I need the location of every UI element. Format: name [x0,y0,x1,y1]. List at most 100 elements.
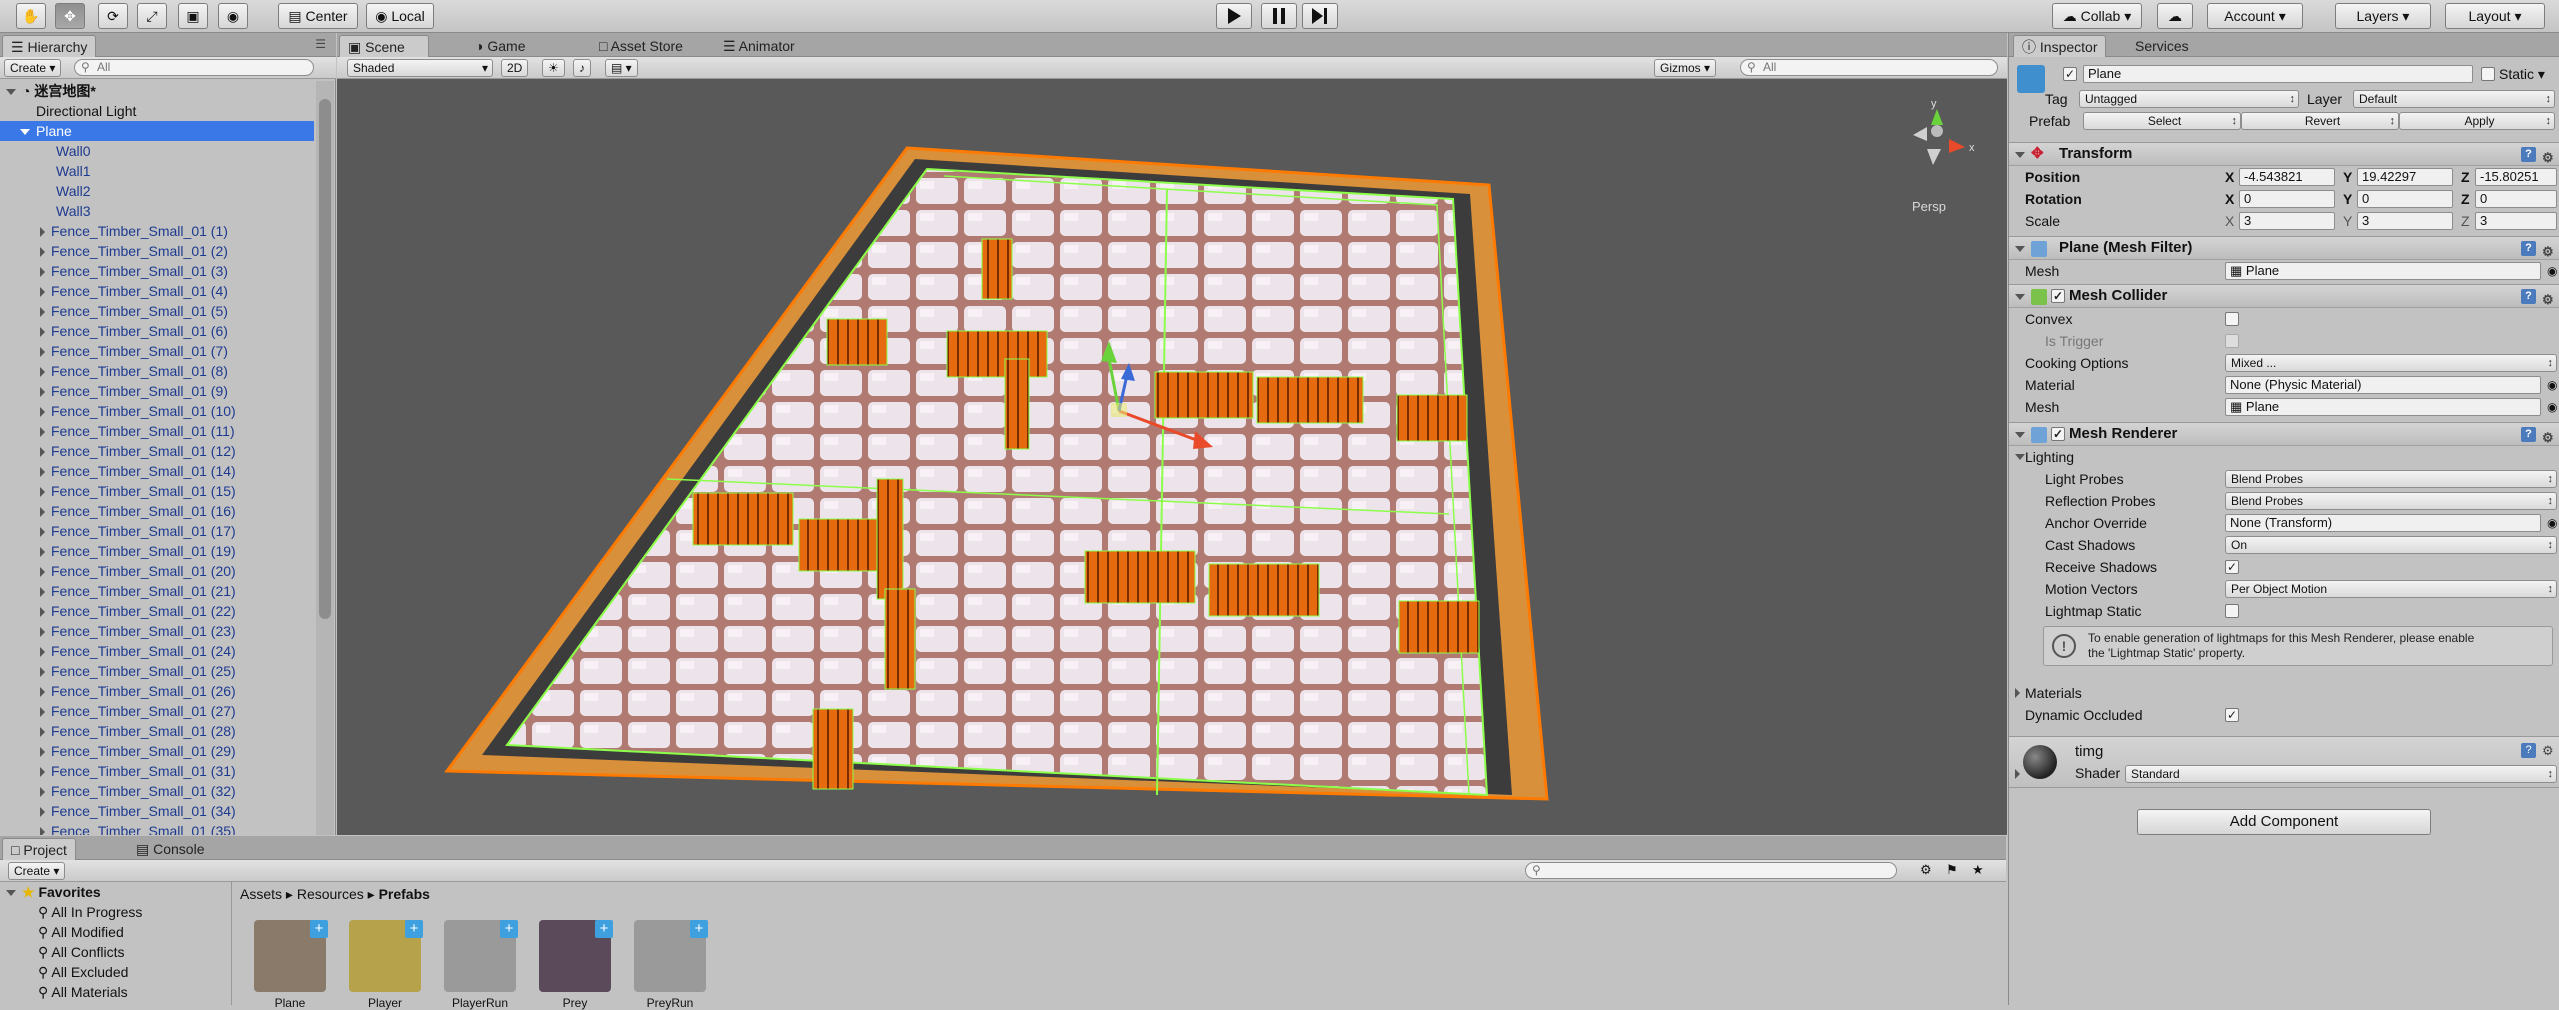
mesh-filter-header[interactable]: Plane (Mesh Filter) ? ⚙ [2009,236,2559,260]
reflection-probes-dropdown[interactable]: Blend Probes [2225,492,2557,510]
breadcrumb-assets[interactable]: Assets [240,886,282,902]
asset-item[interactable]: + Player [345,916,425,1010]
scene-root[interactable]: ◔ 迷宫地图* [0,81,314,101]
breadcrumb-resources[interactable]: Resources [297,886,364,902]
shader-dropdown[interactable]: Standard [2125,765,2557,783]
favorites-item[interactable]: ⚲ All Modified [0,922,232,942]
cloud-services-button[interactable]: ☁ [2157,3,2193,29]
object-picker-icon[interactable]: ◉ [2547,260,2557,282]
cooking-options-dropdown[interactable]: Mixed ... [2225,354,2557,372]
effects-dropdown[interactable]: ▤ ▾ [605,59,638,77]
position-z-field[interactable]: -15.80251 [2475,168,2557,186]
hierarchy-item[interactable]: Fence_Timber_Small_01 (17) [0,521,314,541]
hierarchy-item[interactable]: Fence_Timber_Small_01 (22) [0,601,314,621]
convex-checkbox[interactable] [2225,312,2239,326]
hierarchy-item[interactable]: Fence_Timber_Small_01 (5) [0,301,314,321]
layout-dropdown[interactable]: Layout ▾ [2445,3,2545,29]
scale-x-field[interactable]: 3 [2239,212,2335,230]
help-icon[interactable]: ? [2521,289,2536,304]
favorites-item[interactable]: ⚲ All Conflicts [0,942,232,962]
filter-type-icon[interactable]: ⚙ [1920,862,1932,878]
tab-asset-store[interactable]: □ Asset Store [591,35,691,57]
project-search-input[interactable]: ⚲ [1525,862,1897,879]
hierarchy-item[interactable]: Fence_Timber_Small_01 (3) [0,261,314,281]
hierarchy-item[interactable]: Fence_Timber_Small_01 (6) [0,321,314,341]
hierarchy-item[interactable]: Wall3 [0,201,314,221]
transform-tool-button[interactable]: ◉ [218,3,248,29]
physic-material-field[interactable]: None (Physic Material) [2225,376,2541,394]
add-component-button[interactable]: Add Component [2137,809,2431,835]
scrollbar-thumb[interactable] [319,99,331,619]
layers-dropdown[interactable]: Layers ▾ [2335,3,2431,29]
object-picker-icon[interactable]: ◉ [2547,374,2557,396]
hierarchy-item[interactable]: Fence_Timber_Small_01 (32) [0,781,314,801]
gear-icon[interactable]: ⚙ [2542,743,2554,759]
x-cone-icon[interactable] [1949,139,1965,153]
prefab-select-button[interactable]: Select [2083,112,2241,130]
hierarchy-item[interactable]: Wall2 [0,181,314,201]
cast-shadows-dropdown[interactable]: On [2225,536,2557,554]
hierarchy-item[interactable]: Wall0 [0,141,314,161]
anchor-override-field[interactable]: None (Transform) [2225,514,2541,532]
static-checkbox[interactable] [2481,67,2495,81]
favorites-item[interactable]: ⚲ All Materials [0,982,232,1002]
hierarchy-item[interactable]: Fence_Timber_Small_01 (31) [0,761,314,781]
hierarchy-item[interactable]: Fence_Timber_Small_01 (25) [0,661,314,681]
hierarchy-item[interactable]: Fence_Timber_Small_01 (4) [0,281,314,301]
mesh-collider-header[interactable]: ✓ Mesh Collider ? ⚙ [2009,284,2559,308]
hierarchy-search-input[interactable]: ⚲ All [74,59,314,76]
orientation-gizmo[interactable]: y x [1913,98,1975,165]
rotation-x-field[interactable]: 0 [2239,190,2335,208]
audio-toggle[interactable]: ♪ [573,59,591,77]
dynamic-occluded-checkbox[interactable]: ✓ [2225,708,2239,722]
hierarchy-item[interactable]: Fence_Timber_Small_01 (28) [0,721,314,741]
breadcrumb-prefabs[interactable]: Prefabs [379,886,430,902]
tab-hierarchy[interactable]: ☰ Hierarchy [2,35,97,57]
hierarchy-create-dropdown[interactable]: Create ▾ [4,59,62,77]
hierarchy-item[interactable]: Fence_Timber_Small_01 (8) [0,361,314,381]
scene-viewport[interactable]: y x Persp [337,79,2007,835]
tab-project[interactable]: □ Project [2,838,76,860]
hierarchy-item[interactable]: Fence_Timber_Small_01 (1) [0,221,314,241]
pivot-local-toggle[interactable]: ◉ Local [366,3,434,29]
object-picker-icon[interactable]: ◉ [2547,512,2557,534]
asset-item[interactable]: + PreyRun [630,916,710,1010]
rotation-y-field[interactable]: 0 [2357,190,2453,208]
hierarchy-item[interactable]: Fence_Timber_Small_01 (11) [0,421,314,441]
hierarchy-item[interactable]: Fence_Timber_Small_01 (2) [0,241,314,261]
object-picker-icon[interactable]: ◉ [2547,396,2557,418]
scale-y-field[interactable]: 3 [2357,212,2453,230]
help-icon[interactable]: ? [2521,743,2536,758]
plane-handle[interactable] [1111,403,1127,417]
tab-animator[interactable]: ☰ Animator [715,35,803,57]
hand-tool-button[interactable]: ✋ [16,3,46,29]
mesh-object-field[interactable]: ▦ Plane [2225,262,2541,280]
play-button[interactable] [1216,3,1252,29]
hierarchy-item[interactable]: Fence_Timber_Small_01 (7) [0,341,314,361]
tab-scene[interactable]: ▣ Scene [339,35,429,57]
pause-button[interactable] [1261,3,1297,29]
tab-console[interactable]: ▤ Console [128,838,213,860]
2d-toggle[interactable]: 2D [501,59,529,77]
favorites-item[interactable]: ⚲ All In Progress [0,902,232,922]
hierarchy-item[interactable]: Fence_Timber_Small_01 (10) [0,401,314,421]
persp-label[interactable]: Persp [1912,199,1946,214]
tag-dropdown[interactable]: Untagged [2079,90,2299,108]
star-icon[interactable]: ★ [1972,862,1984,878]
collab-dropdown[interactable]: ☁ Collab ▾ [2052,3,2142,29]
favorites-foldout[interactable]: ★ Favorites [0,882,232,902]
step-button[interactable] [1302,3,1338,29]
hierarchy-item[interactable]: Fence_Timber_Small_01 (14) [0,461,314,481]
active-checkbox[interactable]: ✓ [2063,67,2077,81]
help-icon[interactable]: ? [2521,427,2536,442]
scene-search-input[interactable]: ⚲ All [1740,59,1998,76]
pivot-center-toggle[interactable]: ▤ Center [278,3,358,29]
rotate-tool-button[interactable]: ⟳ [98,3,128,29]
hierarchy-item[interactable]: Fence_Timber_Small_01 (34) [0,801,314,821]
panel-menu-icon[interactable]: ☰ [315,37,326,51]
hierarchy-item[interactable]: Fence_Timber_Small_01 (16) [0,501,314,521]
mesh-renderer-header[interactable]: ✓ Mesh Renderer ? ⚙ [2009,422,2559,446]
help-icon[interactable]: ? [2521,147,2536,162]
hierarchy-item[interactable]: Wall1 [0,161,314,181]
y-cone-icon[interactable] [1931,109,1943,125]
